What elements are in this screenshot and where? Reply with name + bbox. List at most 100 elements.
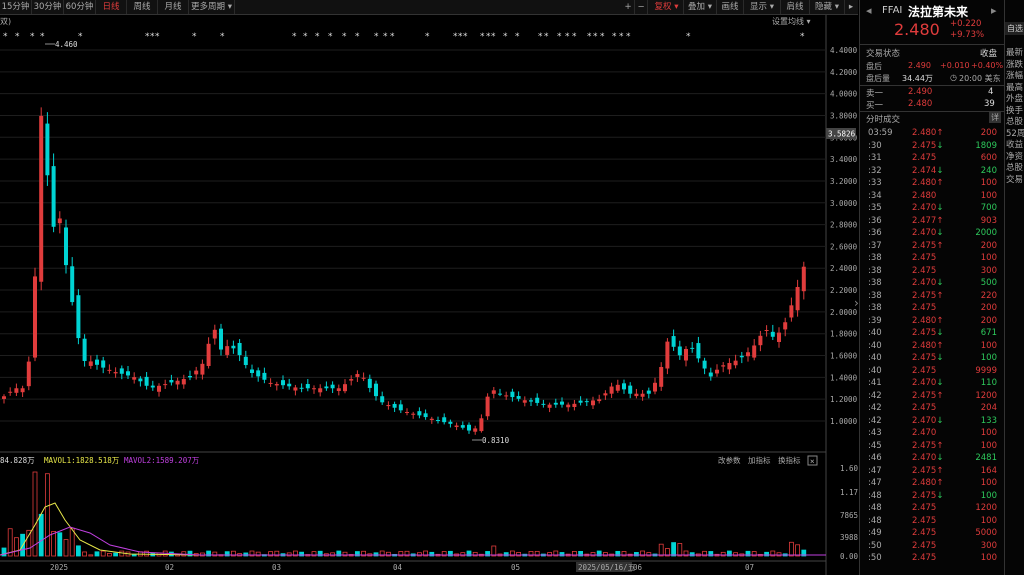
- edit-params-button[interactable]: 改参数: [718, 455, 741, 465]
- candle-body: [733, 360, 738, 366]
- candle-body: [777, 332, 781, 343]
- period-monthly[interactable]: 月线: [158, 0, 189, 14]
- event-marker[interactable]: *: [40, 32, 45, 42]
- event-marker[interactable]: *: [503, 32, 508, 42]
- candle-body: [677, 346, 682, 356]
- tick-row: :38 2.475 300: [860, 265, 1005, 278]
- event-marker[interactable]: *: [383, 32, 388, 42]
- prev-symbol-icon[interactable]: ◂: [866, 4, 872, 17]
- event-marker[interactable]: *: [220, 32, 225, 42]
- event-marker[interactable]: *: [600, 32, 605, 42]
- period-60min[interactable]: 60分钟: [64, 0, 96, 14]
- event-marker[interactable]: *: [463, 32, 468, 42]
- volume-bar: [795, 544, 800, 557]
- volume-bar: [658, 543, 664, 557]
- period-30min[interactable]: 30分钟: [32, 0, 64, 14]
- shoulder-line-button[interactable]: 肩线: [781, 0, 810, 14]
- symbol: FFAI: [882, 5, 903, 16]
- event-marker[interactable]: *: [538, 32, 543, 42]
- bid-size: 39: [984, 99, 995, 109]
- event-marker[interactable]: *: [30, 32, 35, 42]
- event-marker[interactable]: *: [587, 32, 592, 42]
- candle-body: [671, 336, 676, 347]
- event-marker[interactable]: *: [480, 32, 485, 42]
- event-marker[interactable]: *: [3, 32, 8, 42]
- event-marker[interactable]: *: [425, 32, 430, 42]
- zoom-in-button[interactable]: +: [622, 0, 635, 14]
- tick-volume: 300: [980, 265, 997, 276]
- add-indicator-button[interactable]: 加指标: [748, 455, 771, 465]
- event-marker[interactable]: *: [544, 32, 549, 42]
- more-periods-dropdown[interactable]: 更多周期 ▾: [189, 0, 235, 14]
- candle-body: [150, 385, 155, 388]
- kline-chart[interactable]: * * * * * * * * * * * * * * * * * * * * * * * * * * * * * * * * * * * * * * * *…: [0, 15, 858, 575]
- event-marker[interactable]: *: [565, 32, 570, 42]
- tick-row: :35 2.470↓ 700: [860, 202, 1005, 215]
- volume-axis: 1.60 1.17 7865.00 3988.00 0.00: [840, 464, 858, 561]
- event-marker[interactable]: *: [572, 32, 577, 42]
- next-symbol-icon[interactable]: ▸: [991, 4, 997, 17]
- event-marker[interactable]: *: [491, 32, 496, 42]
- event-marker[interactable]: *: [315, 32, 320, 42]
- candle-body: [107, 369, 112, 371]
- tick-price: 2.475↑: [912, 465, 944, 476]
- event-marker[interactable]: *: [155, 32, 160, 42]
- event-marker[interactable]: *: [612, 32, 617, 42]
- volume-bar: [13, 537, 19, 557]
- tick-price: 2.470: [912, 428, 937, 438]
- hide-dropdown[interactable]: 隐藏 ▾: [810, 0, 845, 14]
- event-marker[interactable]: *: [292, 32, 297, 42]
- candle-body: [386, 405, 391, 407]
- event-marker[interactable]: *: [192, 32, 197, 42]
- event-marker[interactable]: *: [78, 32, 83, 42]
- volume-bar: [76, 545, 81, 557]
- tick-time: :42: [868, 390, 882, 401]
- period-daily[interactable]: 日线: [96, 0, 127, 14]
- tick-time: 03:59: [868, 128, 893, 138]
- period-weekly[interactable]: 周线: [127, 0, 158, 14]
- candle-body: [175, 380, 180, 385]
- status-label: 交易状态: [866, 49, 901, 59]
- event-marker[interactable]: *: [800, 32, 805, 42]
- candle-body: [529, 400, 533, 402]
- candle-body: [467, 424, 471, 431]
- event-marker[interactable]: *: [328, 32, 333, 42]
- event-markers: * * * * * * * * * * * * * * * * * * * * * * * * * * * * * * * * * * * * * * * *…: [3, 32, 805, 42]
- event-marker[interactable]: *: [515, 32, 520, 42]
- volume-bar: [789, 541, 794, 557]
- event-marker[interactable]: *: [619, 32, 624, 42]
- event-marker[interactable]: *: [626, 32, 631, 42]
- ticks-list[interactable]: 03:59 2.480↑ 200:30 2.475↓ 1809:31 2.475 600:3…: [860, 127, 1005, 575]
- chart-grid: [0, 15, 827, 575]
- collapse-icon[interactable]: ▸: [845, 0, 857, 14]
- tick-volume: 100: [980, 440, 997, 451]
- high-label: 4.460: [55, 40, 78, 49]
- ticks-detail-button[interactable]: 详: [989, 112, 1001, 123]
- tick-time: :38: [868, 253, 882, 263]
- candle-body: [268, 382, 273, 384]
- zoom-out-button[interactable]: −: [635, 0, 648, 14]
- event-marker[interactable]: *: [686, 32, 691, 42]
- event-marker[interactable]: *: [15, 32, 20, 42]
- event-marker[interactable]: *: [390, 32, 395, 42]
- event-marker[interactable]: *: [374, 32, 379, 42]
- event-marker[interactable]: *: [557, 32, 562, 42]
- event-marker[interactable]: *: [593, 32, 598, 42]
- display-dropdown[interactable]: 显示 ▾: [744, 0, 781, 14]
- side-stat-label: 涨跌: [1006, 59, 1024, 70]
- period-15min[interactable]: 15分钟: [0, 0, 32, 14]
- tick-price: 2.480↑: [912, 340, 944, 351]
- tick-row: :40 2.480↑ 100: [860, 340, 1005, 353]
- draw-line-button[interactable]: 画线: [717, 0, 744, 14]
- adjust-dropdown[interactable]: 复权 ▾: [650, 0, 684, 14]
- tick-price: 2.475: [912, 303, 937, 313]
- event-marker[interactable]: *: [355, 32, 360, 42]
- tick-price: 2.475: [912, 553, 937, 563]
- event-marker[interactable]: *: [303, 32, 308, 42]
- change-indicator-button[interactable]: 换指标: [778, 455, 801, 465]
- expand-right-icon[interactable]: ›: [854, 296, 858, 310]
- candle-body: [126, 371, 130, 376]
- event-marker[interactable]: *: [342, 32, 347, 42]
- add-watchlist-button[interactable]: 自选: [1005, 22, 1024, 35]
- overlay-dropdown[interactable]: 叠加 ▾: [684, 0, 717, 14]
